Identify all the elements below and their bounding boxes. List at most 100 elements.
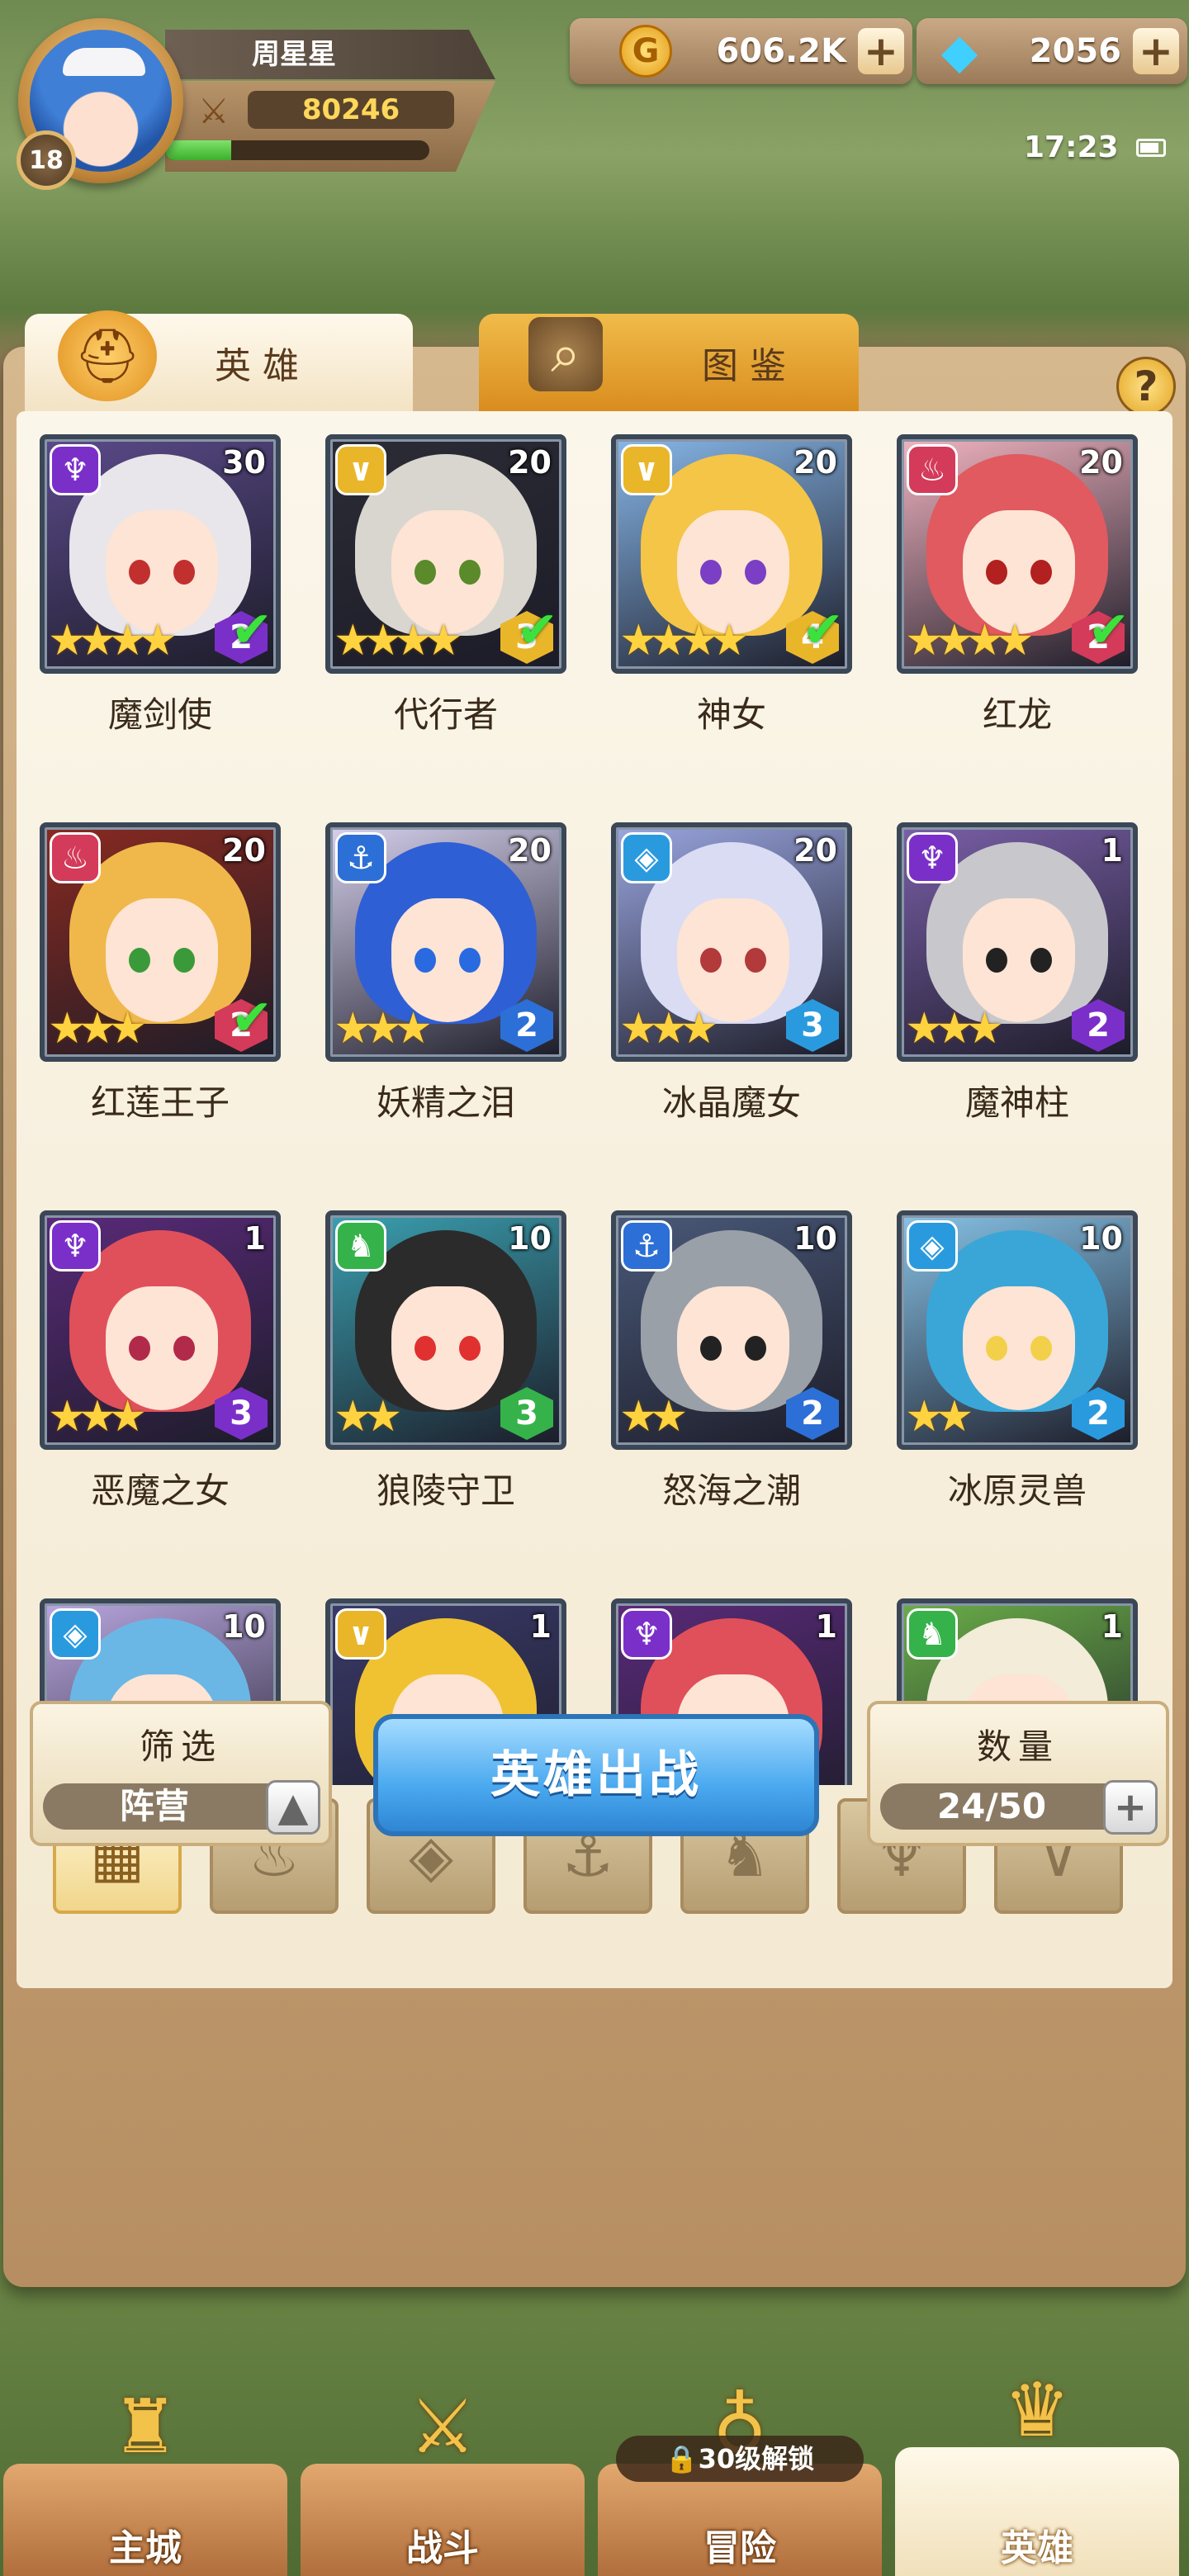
hero-name: 妖精之泪 xyxy=(376,1082,515,1123)
hero-card[interactable]: ♞ 10 ★★ 3 狼陵守卫 xyxy=(325,1210,566,1511)
star-rating: ★★★ xyxy=(334,1004,433,1054)
star-rating: ★★ xyxy=(619,1392,688,1442)
star-rating: ★★ xyxy=(334,1392,402,1442)
flame-icon: ♨ xyxy=(50,832,101,883)
hero-name: 红龙 xyxy=(982,694,1052,735)
hero-eye xyxy=(173,1336,195,1361)
hero-eye xyxy=(1030,560,1052,585)
add-gold-button[interactable]: + xyxy=(858,28,904,74)
add-gems-button[interactable]: + xyxy=(1133,28,1179,74)
exp-bar xyxy=(165,140,429,160)
ice-crystal-icon: ◈ xyxy=(621,832,672,883)
battery-icon xyxy=(1136,139,1166,157)
hero-portrait: ∨ 20 ★★★★ 4 ✔ xyxy=(611,434,852,674)
hero-face xyxy=(963,1286,1075,1410)
hero-card[interactable]: ◈ 10 ★★ 2 冰原灵兽 xyxy=(897,1210,1138,1511)
deploy-heroes-button[interactable]: 英雄出战 xyxy=(373,1714,819,1836)
hero-card[interactable]: ◈ 20 ★★★ 3 冰晶魔女 xyxy=(611,822,852,1123)
hero-level: 1 xyxy=(244,1220,266,1257)
deployed-check-icon: ✔ xyxy=(230,601,272,659)
hero-name: 代行者 xyxy=(393,694,498,735)
hero-level: 20 xyxy=(508,444,552,481)
hero-name: 狼陵守卫 xyxy=(376,1470,515,1511)
hero-portrait: ◈ 10 ★★ 2 xyxy=(897,1210,1138,1450)
hero-name: 红莲王子 xyxy=(90,1082,230,1123)
anchor-icon: ⚓ xyxy=(335,832,386,883)
hero-name: 恶魔之女 xyxy=(90,1470,230,1511)
star-rating: ★★★★ xyxy=(905,616,1035,665)
hero-eye xyxy=(173,948,195,973)
hero-card[interactable]: ∨ 20 ★★★★ 4 ✔ 神女 xyxy=(611,434,852,735)
hero-name: 神女 xyxy=(696,694,766,735)
expand-up-icon[interactable]: ▲ xyxy=(266,1780,320,1835)
nav-hero-crest[interactable]: ♛ 英雄 xyxy=(895,2367,1179,2576)
clock: 17:23 xyxy=(1024,130,1119,164)
hero-eye xyxy=(700,948,722,973)
helmet-icon: ⛑ xyxy=(58,310,157,401)
bottom-nav: ♜ 主城 ⚔ 战斗 ♁ 🔒30级解锁 冒险 ♛ 英雄 xyxy=(0,2345,1189,2576)
hero-level: 20 xyxy=(793,832,837,869)
nav-crossed-swords[interactable]: ⚔ 战斗 xyxy=(301,2384,585,2576)
hero-grid[interactable]: ♆ 30 ★★★★ 2 ✔ 魔剑使 ∨ 20 ★★★★ 3 ✔ 代行者 ∨ 20… xyxy=(40,434,1163,1785)
tab-codex[interactable]: ⌕ 图鉴 xyxy=(479,314,859,411)
tab-heroes[interactable]: ⛑ 英雄 xyxy=(25,310,413,411)
exp-bar-fill xyxy=(165,140,231,160)
unlock-requirement: 🔒30级解锁 xyxy=(616,2436,864,2482)
hero-eye xyxy=(700,560,722,585)
deployed-check-icon: ✔ xyxy=(1087,601,1130,659)
star-rating: ★★★ xyxy=(905,1004,1004,1054)
hero-portrait: ♞ 10 ★★ 3 xyxy=(325,1210,566,1450)
crossed-swords-icon: ⚔ xyxy=(409,2383,476,2470)
hero-crest-icon: ♛ xyxy=(1003,2366,1071,2454)
player-name: 周星星 xyxy=(165,30,495,79)
nav-label: 冒险 xyxy=(703,2527,776,2569)
top-hud: 周星星 ⚔ 80246 18 G 606.2K + ◆ 2056 + 17:23 xyxy=(0,0,1189,314)
light-wing-icon: ∨ xyxy=(335,1608,386,1660)
hero-card[interactable]: ♆ 1 ★★★ 3 恶魔之女 xyxy=(40,1210,281,1511)
demon-horn-icon: ♆ xyxy=(621,1608,672,1660)
hero-card[interactable]: ♆ 30 ★★★★ 2 ✔ 魔剑使 xyxy=(40,434,281,735)
hero-eye xyxy=(986,948,1007,973)
star-rating: ★★★ xyxy=(619,1004,718,1054)
hero-level: 1 xyxy=(1101,1608,1123,1645)
hero-card[interactable]: ♨ 20 ★★★ 2 ✔ 红莲王子 xyxy=(40,822,281,1123)
hero-card[interactable]: ♨ 20 ★★★★ 2 ✔ 红龙 xyxy=(897,434,1138,735)
star-rating: ★★★ xyxy=(48,1392,147,1442)
count-title: 数量 xyxy=(976,1726,1059,1767)
hero-name: 冰晶魔女 xyxy=(661,1082,801,1123)
lock-icon: 🔒 xyxy=(665,2443,699,2474)
hero-portrait: ♨ 20 ★★★ 2 ✔ xyxy=(40,822,281,1062)
hero-card[interactable]: ∨ 20 ★★★★ 3 ✔ 代行者 xyxy=(325,434,566,735)
hero-name: 冰原灵兽 xyxy=(947,1470,1087,1511)
tab-heroes-label: 英雄 xyxy=(215,345,310,387)
hero-card[interactable]: ♆ 1 ★★★ 2 魔神柱 xyxy=(897,822,1138,1123)
hero-level: 20 xyxy=(793,444,837,481)
help-button[interactable]: ? xyxy=(1116,357,1176,416)
deployed-check-icon: ✔ xyxy=(230,989,272,1047)
hero-level: 20 xyxy=(508,832,552,869)
hero-eye xyxy=(129,948,150,973)
hero-portrait: ∨ 20 ★★★★ 3 ✔ xyxy=(325,434,566,674)
hero-level: 1 xyxy=(529,1608,552,1645)
demon-horn-icon: ♆ xyxy=(907,832,958,883)
nav-treasure-sack[interactable]: ♁ 🔒30级解锁 冒险 xyxy=(598,2384,882,2576)
gold-counter: G 606.2K + xyxy=(570,18,912,84)
hero-eye xyxy=(986,560,1007,585)
hero-level: 1 xyxy=(815,1608,837,1645)
nav-castle[interactable]: ♜ 主城 xyxy=(3,2384,287,2576)
hero-eye xyxy=(129,560,150,585)
hero-eye xyxy=(414,948,436,973)
hero-name: 魔神柱 xyxy=(964,1082,1069,1123)
hero-card[interactable]: ⚓ 20 ★★★ 2 妖精之泪 xyxy=(325,822,566,1123)
hero-portrait: ♆ 1 ★★★ 3 xyxy=(40,1210,281,1450)
expand-capacity-button[interactable]: + xyxy=(1103,1780,1158,1835)
hero-eye xyxy=(414,560,436,585)
hero-eye xyxy=(986,1336,1007,1361)
hero-portrait: ⚓ 10 ★★ 2 xyxy=(611,1210,852,1450)
hero-card[interactable]: ⚓ 10 ★★ 2 怒海之潮 xyxy=(611,1210,852,1511)
ice-crystal-icon: ◈ xyxy=(50,1608,101,1660)
star-rating: ★★★★ xyxy=(48,616,178,665)
hero-level: 10 xyxy=(222,1608,266,1645)
gem-value: 2056 xyxy=(1029,32,1121,70)
nav-label: 主城 xyxy=(109,2527,182,2569)
